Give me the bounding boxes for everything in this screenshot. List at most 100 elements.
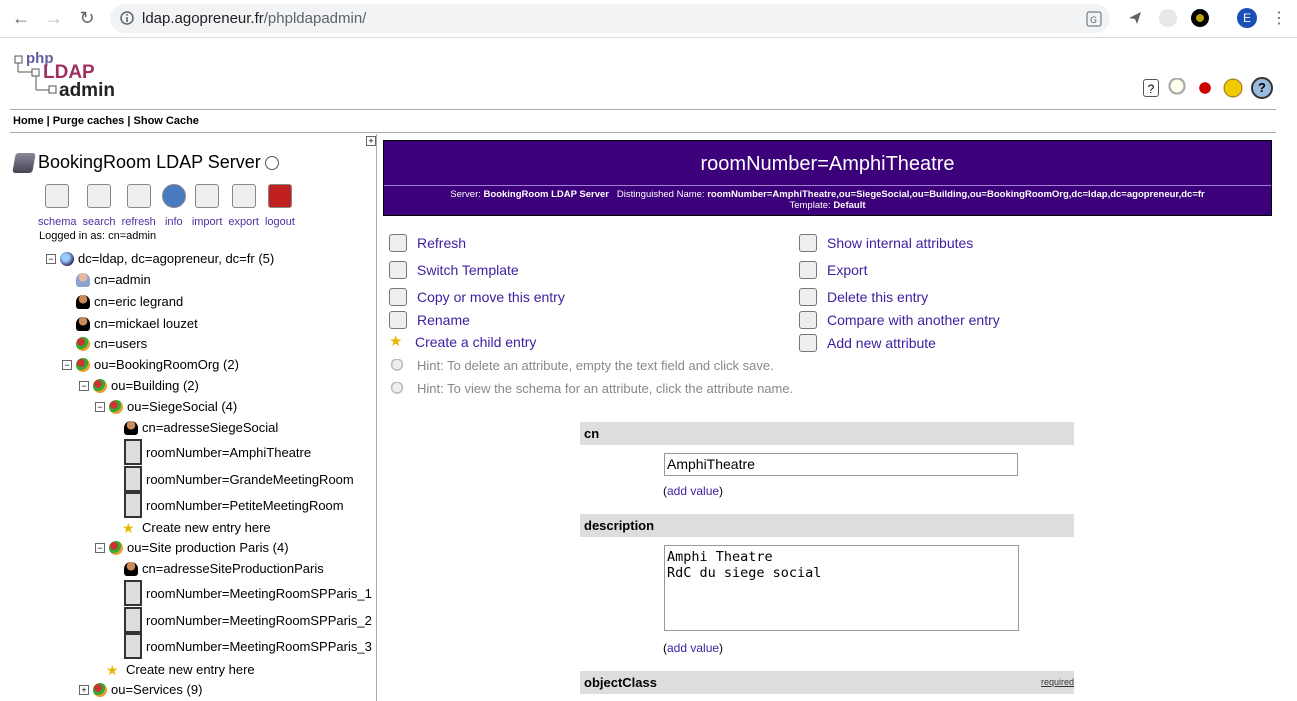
tree-node[interactable]: roomNumber=GrandeMeetingRoom (124, 466, 354, 492)
tree-node[interactable]: roomNumber=AmphiTheatre (124, 439, 311, 465)
entry-header: roomNumber=AmphiTheatre Server: BookingR… (383, 140, 1272, 216)
collapse-icon[interactable]: − (62, 359, 72, 370)
attr-cn-header[interactable]: cn (580, 422, 1074, 445)
door-icon (124, 633, 142, 659)
entry-title: roomNumber=AmphiTheatre (700, 153, 955, 175)
phpldapadmin-logo[interactable]: php LDAP admin (14, 50, 116, 102)
rename-action[interactable]: Rename (389, 311, 470, 329)
tree-node[interactable]: cn=users (76, 336, 147, 351)
switch-template-action[interactable]: Switch Template (389, 261, 519, 279)
add-attribute-action[interactable]: Add new attribute (799, 334, 936, 352)
extension-icon[interactable] (1159, 9, 1177, 27)
add-value-link[interactable]: add value (667, 641, 719, 655)
tool-search[interactable]: search (83, 184, 116, 228)
expand-panel-icon[interactable]: + (366, 136, 376, 146)
hint-delete: Hint: To delete an attribute, empty the … (391, 358, 774, 373)
tool-export[interactable]: export (228, 184, 259, 228)
url-text: ldap.agopreneur.fr/phpldapadmin/ (142, 10, 367, 27)
delete-entry-action[interactable]: Delete this entry (799, 288, 928, 306)
collapse-icon[interactable]: − (95, 542, 105, 553)
cn-input[interactable]: AmphiTheatre (664, 453, 1018, 476)
extension-dark-icon[interactable] (1191, 9, 1209, 27)
tree-node[interactable]: − ou=Site production Paris (4) (95, 540, 289, 555)
purge-caches-link[interactable]: Purge caches (53, 115, 125, 127)
copy-icon (389, 288, 407, 306)
clock-icon[interactable] (264, 155, 279, 170)
add-value-description: (add value) (663, 641, 724, 655)
add-value-cn: (add value) (663, 484, 724, 498)
server-icon (12, 152, 36, 173)
info-icon[interactable] (120, 10, 134, 26)
tree-node[interactable]: roomNumber=MeetingRoomSPParis_1 (124, 580, 372, 606)
person-icon (76, 294, 90, 309)
create-entry-link[interactable]: ★ Create new entry here (106, 662, 255, 677)
show-cache-link[interactable]: Show Cache (134, 115, 199, 127)
tree-node[interactable]: roomNumber=PetiteMeetingRoom (124, 492, 344, 518)
copy-move-action[interactable]: Copy or move this entry (389, 288, 565, 306)
back-icon[interactable]: ← (10, 7, 32, 29)
top-icons: ? ? (1143, 77, 1273, 99)
translate-icon[interactable]: G (1086, 11, 1102, 27)
ou-icon (109, 399, 123, 414)
description-textarea[interactable]: Amphi Theatre RdC du siege social (664, 545, 1019, 631)
door-icon (124, 580, 142, 606)
attr-description-header[interactable]: description (580, 514, 1074, 537)
create-entry-link[interactable]: ★ Create new entry here (122, 520, 271, 535)
tree-node-root[interactable]: − dc=ldap, dc=agopreneur, dc=fr (5) (46, 251, 274, 266)
create-child-action[interactable]: ★ Create a child entry (389, 334, 536, 351)
door-icon (124, 466, 142, 492)
tree-node[interactable]: + ou=Services (9) (79, 682, 202, 697)
bug-icon[interactable] (1195, 78, 1215, 98)
forward-icon[interactable]: → (43, 7, 65, 29)
tool-refresh[interactable]: refresh (122, 184, 156, 228)
export-action[interactable]: Export (799, 261, 867, 279)
more-menu-icon[interactable]: ⋮ (1268, 7, 1290, 29)
tool-logout[interactable]: logout (265, 184, 295, 228)
lightbulb-icon (391, 381, 403, 396)
tree-node[interactable]: − ou=BookingRoomOrg (2) (62, 357, 239, 372)
tree-node[interactable]: − ou=SiegeSocial (4) (95, 399, 237, 414)
tree-node[interactable]: cn=adresseSiteProductionParis (124, 561, 324, 576)
collapse-icon[interactable]: − (95, 401, 105, 412)
airplane-icon[interactable] (1127, 10, 1143, 26)
collapse-icon[interactable]: − (46, 253, 56, 264)
door-icon (124, 439, 142, 465)
show-internal-action[interactable]: Show internal attributes (799, 234, 973, 252)
question-icon[interactable]: ? (1251, 77, 1273, 99)
refresh-icon (126, 184, 151, 208)
expand-icon[interactable]: + (79, 684, 89, 695)
hint-schema: Hint: To view the schema for an attribut… (391, 381, 793, 396)
tool-import[interactable]: import (192, 184, 222, 228)
ou-icon (93, 378, 107, 393)
help-icon[interactable]: ? (1143, 79, 1159, 97)
tree-node[interactable]: − ou=Building (2) (79, 378, 199, 393)
compare-action[interactable]: Compare with another entry (799, 311, 1000, 329)
ou-icon (109, 540, 123, 555)
tree-node[interactable]: roomNumber=MeetingRoomSPParis_2 (124, 607, 372, 633)
collapse-icon[interactable]: − (79, 380, 89, 391)
tree-node[interactable]: cn=mickael louzet (76, 316, 198, 331)
person-icon (124, 561, 138, 576)
address-bar[interactable]: ldap.agopreneur.fr/phpldapadmin/ G (110, 4, 1110, 33)
switch-template-icon (389, 261, 407, 279)
smiley-icon[interactable] (1223, 78, 1243, 98)
tree-node[interactable]: cn=admin (76, 272, 151, 287)
export-icon (799, 261, 817, 279)
refresh-action[interactable]: Refresh (389, 234, 466, 252)
tool-schema[interactable]: schema (38, 184, 77, 228)
attr-objectclass-header[interactable]: objectClass required (580, 671, 1074, 694)
ou-icon (93, 682, 107, 697)
lightbulb-icon[interactable] (1167, 78, 1187, 98)
refresh-icon (389, 234, 407, 252)
add-value-link[interactable]: add value (667, 484, 719, 498)
tree-node[interactable]: cn=eric legrand (76, 294, 183, 309)
reload-icon[interactable]: ↻ (76, 7, 98, 29)
profile-avatar[interactable]: E (1237, 8, 1257, 28)
tool-info[interactable]: info (161, 184, 186, 228)
ldap-tree-panel: + BookingRoom LDAP Server schema search … (10, 134, 377, 701)
tree-node[interactable]: cn=adresseSiegeSocial (124, 420, 278, 435)
tree-node[interactable]: roomNumber=MeetingRoomSPParis_3 (124, 633, 372, 659)
logged-in-as: Logged in as: cn=admin (39, 230, 157, 242)
divider (384, 185, 1271, 186)
home-link[interactable]: Home (13, 115, 44, 127)
